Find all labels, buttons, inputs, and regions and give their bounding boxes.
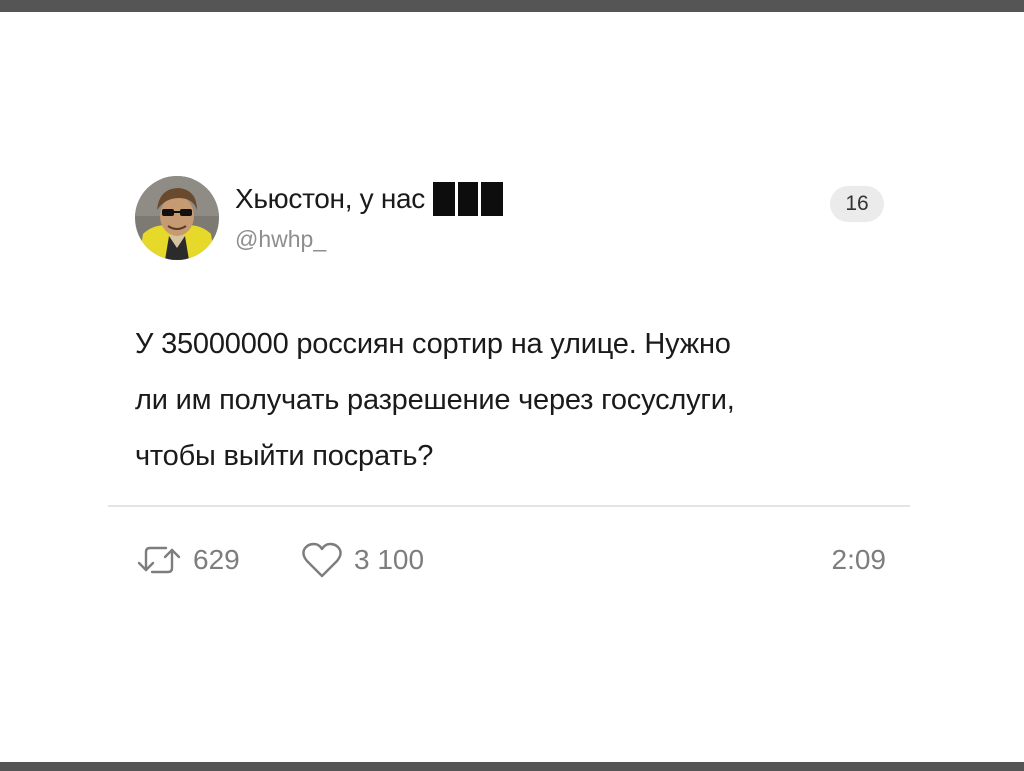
top-frame-border: [0, 0, 1024, 12]
like-button[interactable]: 3 100: [300, 538, 424, 582]
author-avatar[interactable]: [135, 176, 219, 260]
count-badge: 16: [830, 186, 884, 222]
post-card: Хьюстон, у нас @hwhp_ 16 У 35000000 росс…: [108, 128, 910, 668]
avatar-photo-icon: [135, 176, 219, 260]
author-name[interactable]: Хьюстон, у нас: [235, 181, 503, 217]
redacted-block: [432, 182, 503, 216]
author-handle[interactable]: @hwhp_: [235, 226, 326, 253]
post-text: У 35000000 россиян сортир на улице. Нужн…: [135, 328, 735, 472]
bottom-frame-border: [0, 762, 1024, 771]
divider: [108, 505, 910, 507]
retweet-count: 629: [193, 544, 240, 575]
post-timestamp[interactable]: 2:09: [808, 538, 887, 582]
author-name-text: Хьюстон, у нас: [235, 183, 425, 214]
retweet-button[interactable]: 629: [135, 538, 240, 582]
like-count: 3 100: [354, 544, 425, 575]
retweet-icon: [137, 546, 181, 574]
heart-icon: [302, 542, 342, 578]
